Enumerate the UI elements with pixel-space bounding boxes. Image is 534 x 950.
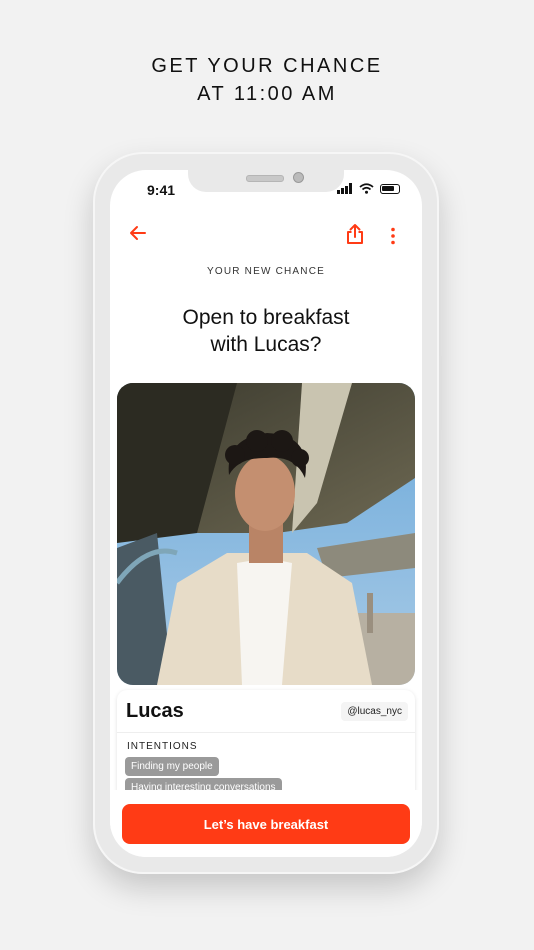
promo-line-1: GET YOUR CHANCE xyxy=(151,55,383,77)
promo-line-2: AT 11:00 AM xyxy=(197,83,337,105)
phone-volume-button xyxy=(90,314,93,354)
card-divider xyxy=(117,732,415,733)
status-time: 9:41 xyxy=(147,182,176,198)
signal-icon xyxy=(337,183,352,194)
battery-icon xyxy=(380,183,400,194)
profile-photo-art xyxy=(117,383,415,685)
arrow-left-icon xyxy=(130,226,146,240)
wifi-icon xyxy=(359,183,374,194)
phone-screen: 9:41 YOUR NEW CHANCE Open to breakfast w… xyxy=(110,170,422,857)
intention-chip: Finding my people xyxy=(125,757,219,776)
front-camera xyxy=(293,172,304,183)
share-icon xyxy=(347,224,363,244)
phone-notch xyxy=(188,170,344,192)
profile-handle[interactable]: @lucas_nyc xyxy=(341,702,408,721)
profile-name: Lucas xyxy=(126,700,184,722)
profile-photo[interactable] xyxy=(117,383,415,685)
more-button[interactable] xyxy=(390,227,396,250)
speaker-grille xyxy=(246,175,284,182)
promo-headline: GET YOUR CHANCE AT 11:00 AM xyxy=(0,52,534,108)
share-button[interactable] xyxy=(346,223,364,250)
back-button[interactable] xyxy=(129,225,147,246)
status-icons xyxy=(337,183,400,194)
phone-side-button xyxy=(439,356,442,430)
title-line-2: with Lucas? xyxy=(210,333,322,356)
intentions-label: INTENTIONS xyxy=(127,741,198,752)
lets-have-breakfast-button[interactable]: Let’s have breakfast xyxy=(122,804,410,844)
more-vertical-icon xyxy=(391,227,395,245)
title-line-1: Open to breakfast xyxy=(182,306,350,329)
eyebrow-label: YOUR NEW CHANCE xyxy=(206,266,325,277)
page-title: Open to breakfast with Lucas? xyxy=(110,304,422,358)
